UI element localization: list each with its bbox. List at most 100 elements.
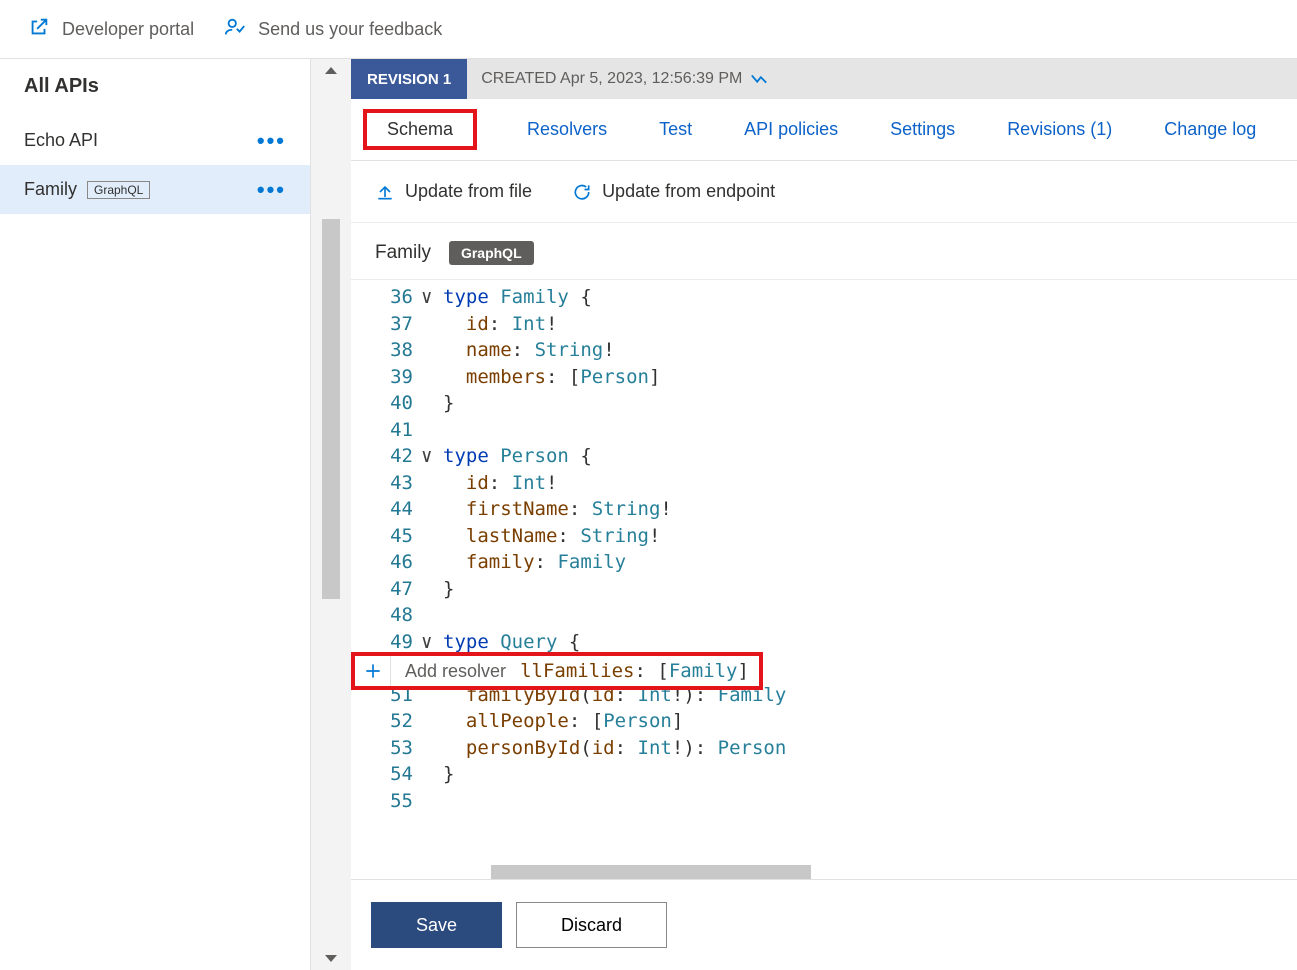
plus-icon[interactable]: [355, 656, 391, 686]
fold-icon[interactable]: ∨: [421, 443, 443, 470]
editor-line[interactable]: 42∨type Person {: [351, 443, 1297, 470]
scroll-down-icon[interactable]: [323, 950, 339, 966]
fold-icon[interactable]: ∨: [421, 284, 443, 311]
line-number: 39: [351, 364, 421, 391]
add-resolver-inline-code: llFamilies: [Family]: [520, 660, 759, 682]
discard-button[interactable]: Discard: [516, 902, 667, 948]
fold-icon: [421, 337, 443, 364]
line-number: 48: [351, 602, 421, 629]
code: [443, 417, 1297, 444]
sidebar-item-echo-api[interactable]: Echo API •••: [0, 116, 310, 165]
editor-wrap: 36∨type Family {37 id: Int!38 name: Stri…: [351, 280, 1297, 880]
code: [443, 788, 1297, 815]
feedback-label: Send us your feedback: [258, 19, 442, 40]
editor-line[interactable]: 43 id: Int!: [351, 470, 1297, 497]
fold-icon: [421, 470, 443, 497]
more-icon[interactable]: •••: [257, 136, 286, 146]
tab-change-log[interactable]: Change log: [1162, 113, 1258, 146]
tab-resolvers[interactable]: Resolvers: [525, 113, 609, 146]
add-resolver-label: Add resolver: [391, 661, 520, 682]
horizontal-scrollbar[interactable]: [491, 865, 811, 879]
editor-line[interactable]: 40}: [351, 390, 1297, 417]
refresh-icon: [572, 182, 592, 202]
fold-icon: [421, 735, 443, 762]
developer-portal-link[interactable]: Developer portal: [28, 16, 194, 43]
update-from-endpoint-button[interactable]: Update from endpoint: [572, 181, 775, 202]
code: [443, 602, 1297, 629]
api-name: Family: [375, 242, 431, 264]
line-number: 41: [351, 417, 421, 444]
sidebar-item-label: Echo API: [24, 130, 98, 151]
fold-icon: [421, 602, 443, 629]
editor-line[interactable]: 54}: [351, 761, 1297, 788]
code: name: String!: [443, 337, 1297, 364]
update-from-endpoint-label: Update from endpoint: [602, 181, 775, 202]
code: family: Family: [443, 549, 1297, 576]
schema-editor[interactable]: 36∨type Family {37 id: Int!38 name: Stri…: [351, 280, 1297, 814]
graphql-pill: GraphQL: [449, 241, 534, 265]
api-sidebar: All APIs Echo API ••• Family GraphQL •••: [0, 59, 311, 970]
code: type Person {: [443, 443, 1297, 470]
fold-icon: [421, 788, 443, 815]
editor-line[interactable]: 53 personById(id: Int!): Person: [351, 735, 1297, 762]
update-from-file-button[interactable]: Update from file: [375, 181, 532, 202]
line-number: 40: [351, 390, 421, 417]
fold-icon: [421, 576, 443, 603]
editor-line[interactable]: 38 name: String!: [351, 337, 1297, 364]
editor-line[interactable]: 39 members: [Person]: [351, 364, 1297, 391]
line-number: 38: [351, 337, 421, 364]
tab-revisions[interactable]: Revisions (1): [1005, 113, 1114, 146]
code: id: Int!: [443, 311, 1297, 338]
tab-api-policies[interactable]: API policies: [742, 113, 840, 146]
code: }: [443, 761, 1297, 788]
feedback-link[interactable]: Send us your feedback: [224, 16, 442, 43]
editor-line[interactable]: 47}: [351, 576, 1297, 603]
upload-icon: [375, 182, 395, 202]
editor-line[interactable]: 48: [351, 602, 1297, 629]
editor-line[interactable]: 37 id: Int!: [351, 311, 1297, 338]
fold-icon: [421, 708, 443, 735]
revision-created[interactable]: CREATED Apr 5, 2023, 12:56:39 PM: [467, 70, 768, 88]
line-number: 54: [351, 761, 421, 788]
tab-schema[interactable]: Schema: [363, 109, 477, 150]
line-number: 53: [351, 735, 421, 762]
scroll-up-icon[interactable]: [323, 63, 339, 79]
scrollbar-thumb[interactable]: [322, 219, 340, 599]
editor-line[interactable]: 52 allPeople: [Person]: [351, 708, 1297, 735]
code: type Family {: [443, 284, 1297, 311]
footer: Save Discard: [351, 880, 1297, 970]
editor-line[interactable]: 41: [351, 417, 1297, 444]
vertical-scrollbar[interactable]: [311, 59, 351, 970]
fold-icon: [421, 761, 443, 788]
main-panel: REVISION 1 CREATED Apr 5, 2023, 12:56:39…: [351, 59, 1297, 970]
code: }: [443, 576, 1297, 603]
tabs: Schema Resolvers Test API policies Setti…: [351, 99, 1297, 161]
editor-line[interactable]: 45 lastName: String!: [351, 523, 1297, 550]
add-resolver-popup[interactable]: Add resolver llFamilies: [Family]: [351, 652, 763, 690]
line-number: 45: [351, 523, 421, 550]
line-number: 46: [351, 549, 421, 576]
developer-portal-label: Developer portal: [62, 19, 194, 40]
editor-line[interactable]: 44 firstName: String!: [351, 496, 1297, 523]
editor-line[interactable]: 36∨type Family {: [351, 284, 1297, 311]
code: firstName: String!: [443, 496, 1297, 523]
line-number: 36: [351, 284, 421, 311]
line-number: 44: [351, 496, 421, 523]
fold-icon: [421, 417, 443, 444]
line-number: 52: [351, 708, 421, 735]
save-button[interactable]: Save: [371, 902, 502, 948]
sidebar-item-family[interactable]: Family GraphQL •••: [0, 165, 310, 214]
tab-settings[interactable]: Settings: [888, 113, 957, 146]
topbar: Developer portal Send us your feedback: [0, 0, 1297, 59]
revision-badge: REVISION 1: [351, 59, 467, 99]
fold-icon: [421, 523, 443, 550]
revision-created-label: CREATED Apr 5, 2023, 12:56:39 PM: [481, 70, 742, 88]
editor-line[interactable]: 55: [351, 788, 1297, 815]
api-title-row: Family GraphQL: [351, 223, 1297, 280]
tab-test[interactable]: Test: [657, 113, 694, 146]
more-icon[interactable]: •••: [257, 185, 286, 195]
code: members: [Person]: [443, 364, 1297, 391]
editor-line[interactable]: 46 family: Family: [351, 549, 1297, 576]
fold-icon: [421, 549, 443, 576]
revision-bar: REVISION 1 CREATED Apr 5, 2023, 12:56:39…: [351, 59, 1297, 99]
